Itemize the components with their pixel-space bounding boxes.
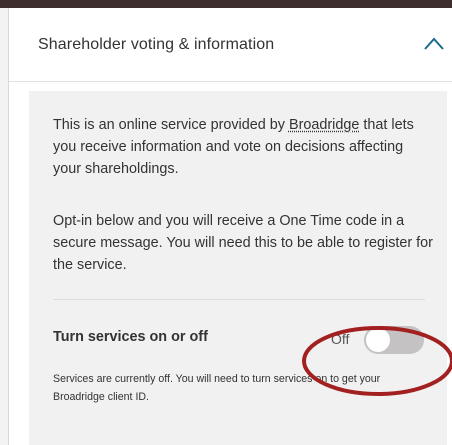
accordion-header[interactable]: Shareholder voting & information <box>9 8 452 82</box>
services-toggle-switch[interactable] <box>364 326 424 354</box>
services-status-text: Services are currently off. You will nee… <box>53 373 381 403</box>
toggle-state-text: Off <box>331 331 350 347</box>
accordion-panel: Shareholder voting & information This is… <box>8 8 452 445</box>
section-divider <box>53 299 425 300</box>
window-top-edge <box>0 0 452 8</box>
broadridge-link[interactable]: Broadridge <box>289 117 359 133</box>
toggle-label: Turn services on or off <box>53 329 208 345</box>
service-description: This is an online service provided by Br… <box>53 114 433 180</box>
description-text-start: This is an online service provided by <box>53 117 289 133</box>
accordion-title: Shareholder voting & information <box>38 36 275 53</box>
toggle-knob[interactable] <box>366 328 390 352</box>
accordion-content: This is an online service provided by Br… <box>29 91 447 445</box>
optin-description: Opt-in below and you will receive a One … <box>53 213 433 273</box>
chevron-up-icon[interactable] <box>423 36 445 52</box>
